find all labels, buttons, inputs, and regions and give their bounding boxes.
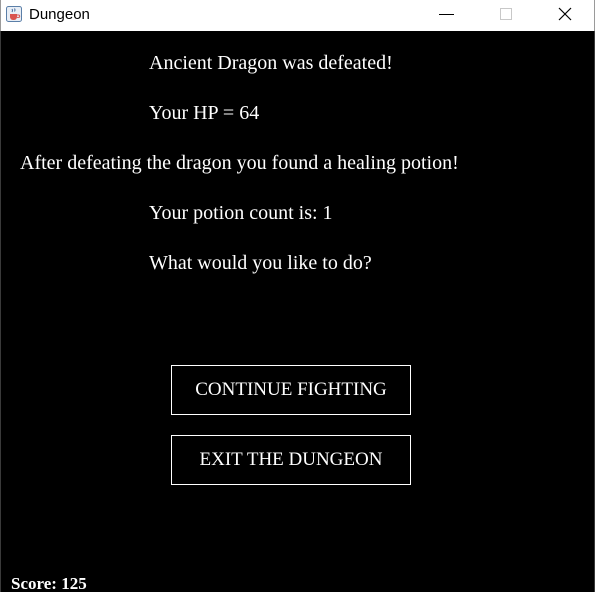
continue-fighting-button[interactable]: CONTINUE FIGHTING	[171, 365, 411, 415]
minimize-icon	[439, 14, 454, 15]
window-title: Dungeon	[29, 6, 90, 23]
game-window: Dungeon Ancient Dragon was defeated! You…	[0, 0, 595, 592]
title-bar[interactable]: Dungeon	[0, 0, 595, 31]
score-label: Score: 125	[11, 574, 87, 592]
close-button[interactable]	[542, 0, 588, 31]
maximize-button[interactable]	[483, 0, 529, 31]
game-panel: Ancient Dragon was defeated! Your HP = 6…	[0, 31, 595, 592]
exit-dungeon-button[interactable]: EXIT THE DUNGEON	[171, 435, 411, 485]
java-cup-icon	[6, 6, 22, 22]
loot-message: After defeating the dragon you found a h…	[20, 152, 459, 174]
maximize-icon	[500, 8, 512, 20]
close-icon	[558, 7, 572, 21]
defeat-message: Ancient Dragon was defeated!	[149, 52, 393, 74]
minimize-button[interactable]	[421, 0, 467, 31]
action-prompt: What would you like to do?	[149, 252, 372, 274]
hp-readout: Your HP = 64	[149, 102, 260, 124]
potion-count: Your potion count is: 1	[149, 202, 333, 224]
